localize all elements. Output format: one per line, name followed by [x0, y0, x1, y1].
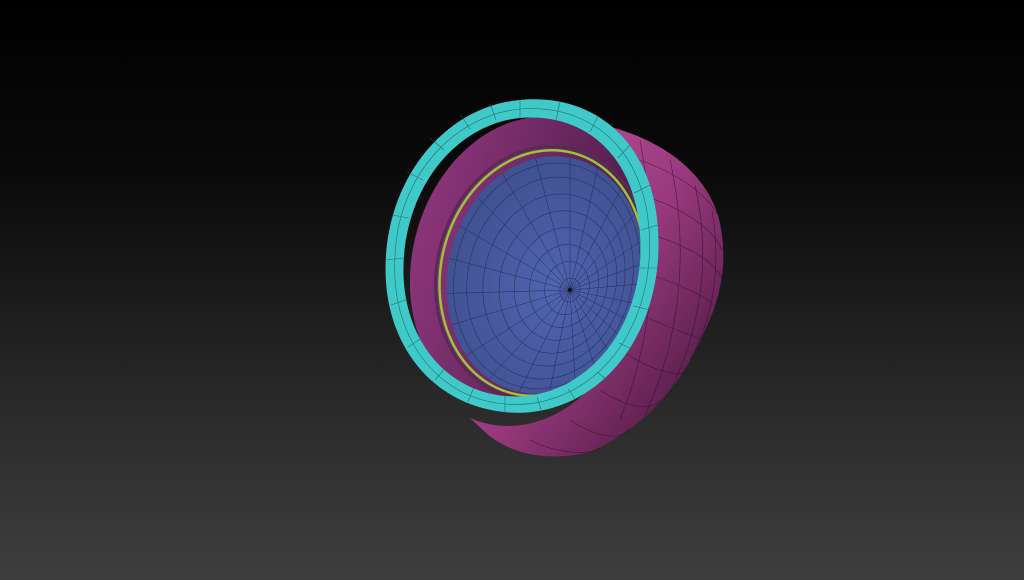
3d-viewport[interactable] — [0, 0, 1024, 580]
cap-mesh-model[interactable] — [0, 0, 1024, 580]
